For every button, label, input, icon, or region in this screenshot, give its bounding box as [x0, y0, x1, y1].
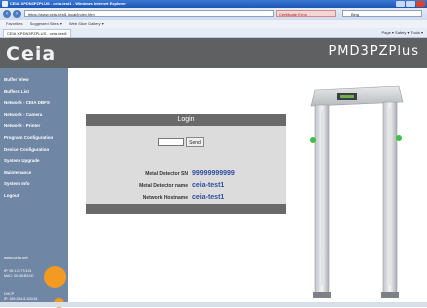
sidebar-item-system-upgrade[interactable]: System Upgrade [0, 155, 68, 167]
status-indicator-circle [44, 266, 66, 288]
login-footer-bar [86, 204, 286, 214]
command-bar[interactable]: Page ▾ Safety ▾ Tools ▾ [381, 30, 423, 35]
maximize-button[interactable] [406, 1, 415, 7]
network-info-secondary: DHCP IP: 169.254.6.100/16 [4, 292, 38, 301]
metal-detector-gate-image [310, 85, 404, 298]
sidebar-item-maintenance[interactable]: Maintenance [0, 167, 68, 179]
sidebar-item-device-configuration[interactable]: Device Configuration [0, 144, 68, 156]
sidebar-menu: Buffer View Buffers List Network - CEIA … [0, 74, 68, 202]
sidebar-item-buffer-view[interactable]: Buffer View [0, 74, 68, 86]
sidebar-item-network-camera[interactable]: Network - Camera [0, 109, 68, 121]
ceia-logo: Ceia [6, 43, 57, 65]
suggested-sites-link[interactable]: Suggested Sites ▾ [30, 21, 62, 26]
network-info: IP: 95.1.0.77/124 MAC: 00:06:B3:00 [4, 269, 34, 278]
forward-button[interactable]: › [13, 10, 21, 18]
info-row-serial: Metal Detector SN 99999999999 [86, 169, 286, 179]
minimize-button[interactable] [396, 1, 405, 7]
detector-name-label: Metal Detector name [139, 183, 188, 189]
detector-name-value: ceia-test1 [192, 182, 225, 189]
serial-label: Metal Detector SN [145, 171, 188, 177]
sidebar-item-program-configuration[interactable]: Program Configuration [0, 132, 68, 144]
password-input[interactable] [158, 138, 184, 146]
sidebar-item-network-dbfs[interactable]: Network - CEIA DBFS [0, 97, 68, 109]
tab-current[interactable]: CEIA XPDN3PZPLUS - ceia-test1 [3, 29, 71, 37]
certificate-error-badge[interactable]: Certificate Error [276, 10, 336, 17]
info-row-name: Metal Detector name ceia-test1 [86, 181, 286, 191]
product-title: PMD3PZPlus [328, 44, 419, 59]
window-titlebar: CEIA XPDN3PZPLUS - ceia-test1 - Windows … [0, 0, 427, 8]
sidebar-item-network-printer[interactable]: Network - Printer [0, 120, 68, 132]
web-slice-gallery-link[interactable]: Web Slice Gallery ▾ [69, 21, 104, 26]
sidebar-item-buffers-list[interactable]: Buffers List [0, 86, 68, 98]
browser-status-bar [0, 302, 427, 307]
url-input[interactable]: https://www.ceia-test1.local/index.htm [24, 10, 274, 17]
login-panel: Login Send Metal Detector SN 99999999999… [86, 114, 286, 214]
hostname-label: Network Hostname [142, 195, 188, 201]
search-input[interactable]: Bing [342, 10, 422, 17]
hostname-value: ceia-test1 [192, 194, 225, 201]
info-row-hostname: Network Hostname ceia-test1 [86, 193, 286, 203]
ceia-website-link[interactable]: www.ceia.net [4, 255, 28, 260]
send-button[interactable]: Send [186, 137, 204, 147]
page-header: Ceia PMD3PZPlus [0, 38, 427, 68]
window-controls [396, 1, 425, 7]
ie-icon [2, 1, 8, 7]
favorites-button[interactable]: Favorites [6, 21, 22, 26]
close-button[interactable] [416, 1, 425, 7]
serial-value: 99999999999 [192, 170, 235, 177]
sidebar-item-system-info[interactable]: System Info [0, 178, 68, 190]
window-title: CEIA XPDN3PZPLUS - ceia-test1 - Windows … [10, 1, 126, 6]
login-title: Login [86, 114, 286, 126]
back-button[interactable]: ‹ [3, 10, 11, 18]
sidebar-item-logout[interactable]: Logout [0, 190, 68, 202]
tab-bar: CEIA XPDN3PZPLUS - ceia-test1 Page ▾ Saf… [0, 28, 427, 38]
